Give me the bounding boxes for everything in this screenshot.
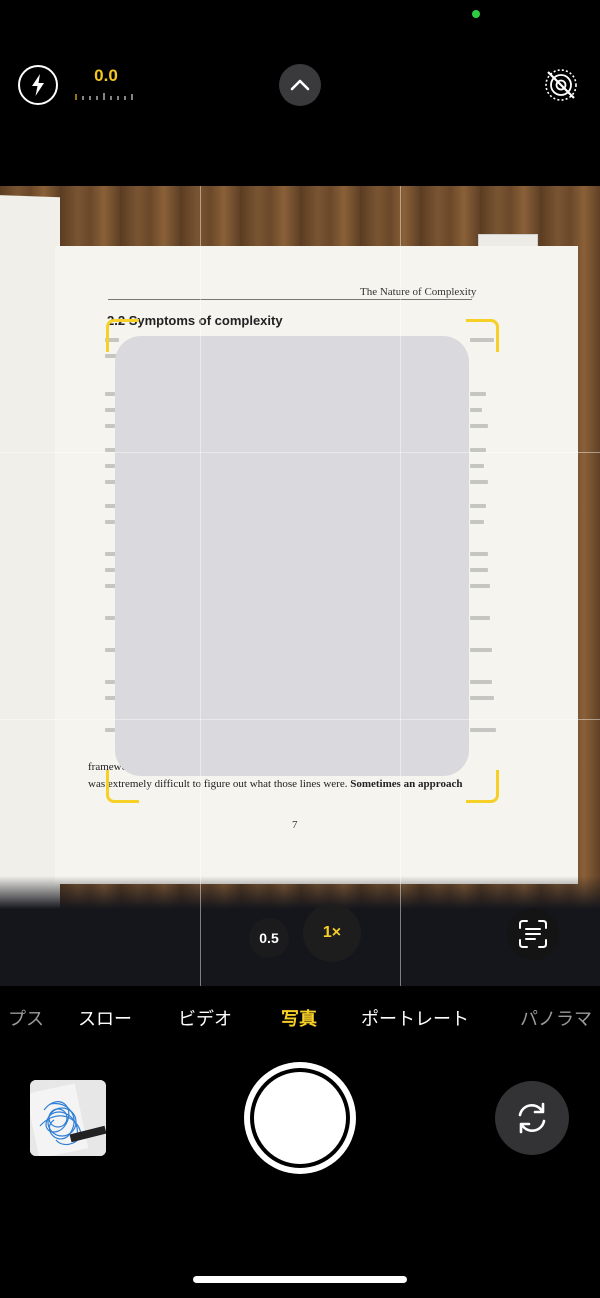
detection-corner-bottom-left [106, 770, 139, 803]
text-line [470, 520, 484, 524]
chevron-up-icon [290, 79, 310, 91]
mode-pano[interactable]: パノラマ [520, 1005, 592, 1031]
text-line [105, 568, 115, 572]
home-indicator[interactable] [193, 1276, 407, 1283]
book-left-page [0, 194, 60, 918]
mode-slo-mo[interactable]: スロー [78, 1005, 132, 1031]
grid-line [200, 186, 201, 986]
text-line [470, 392, 486, 396]
detection-corner-top-right [466, 319, 499, 352]
zoom-1x-button[interactable]: 1× [303, 904, 361, 962]
page-number: 7 [292, 819, 298, 831]
page-text-line-bold: Sometimes an approach [350, 778, 463, 790]
section-title-text: Symptoms of complexity [128, 313, 283, 328]
live-text-button[interactable] [507, 908, 559, 960]
mode-photo[interactable]: 写真 [281, 1005, 317, 1031]
detection-corner-bottom-right [466, 770, 499, 803]
mode-portrait[interactable]: ポートレート [361, 1005, 469, 1031]
exposure-scale[interactable] [74, 90, 134, 100]
text-line [105, 392, 115, 396]
grid-line [400, 186, 401, 986]
text-line [105, 616, 115, 620]
text-line [105, 728, 115, 732]
mode-time-lapse[interactable]: プス [8, 1005, 44, 1031]
text-line [470, 408, 482, 412]
text-line [470, 728, 496, 732]
text-line [470, 648, 492, 652]
text-line [470, 696, 494, 700]
shutter-inner [254, 1072, 346, 1164]
header-rule [108, 299, 472, 300]
camera-mode-selector[interactable]: プス スロー ビデオ 写真 ポートレート パノラマ [0, 1005, 600, 1045]
flash-button[interactable] [18, 65, 58, 105]
thumbnail-image [30, 1080, 106, 1156]
grid-line [0, 719, 600, 720]
text-line [105, 680, 115, 684]
text-line [470, 504, 486, 508]
zoom-0-5-button[interactable]: 0.5 [249, 918, 289, 958]
page-text-line: was extremely difficult to figure out wh… [88, 778, 462, 790]
live-photo-off-icon [545, 69, 577, 101]
text-line [470, 552, 488, 556]
text-line [470, 616, 490, 620]
page-header: The Nature of Complexity [360, 286, 477, 298]
camera-flip-button[interactable] [495, 1081, 569, 1155]
detection-corner-top-left [106, 319, 139, 352]
text-line [470, 480, 488, 484]
text-line [105, 424, 115, 428]
flash-icon [32, 74, 44, 96]
camera-flip-icon [518, 1102, 546, 1134]
text-line [470, 584, 490, 588]
text-line [105, 520, 115, 524]
text-line [470, 568, 488, 572]
text-line [470, 424, 488, 428]
text-scan-icon [519, 920, 547, 948]
live-photo-button[interactable] [542, 66, 580, 104]
text-line [470, 680, 492, 684]
exposure-value[interactable]: 0.0 [86, 66, 126, 86]
text-line [470, 464, 484, 468]
viewfinder[interactable]: The Nature of Complexity 2.2 Symptoms of… [0, 186, 600, 986]
last-photo-thumbnail[interactable] [30, 1080, 106, 1156]
camera-controls-toggle[interactable] [279, 64, 321, 106]
document-detection-overlay[interactable] [115, 336, 469, 776]
grid-line [0, 452, 600, 453]
text-line [105, 464, 115, 468]
camera-in-use-indicator [472, 10, 480, 18]
mode-video[interactable]: ビデオ [178, 1005, 232, 1031]
